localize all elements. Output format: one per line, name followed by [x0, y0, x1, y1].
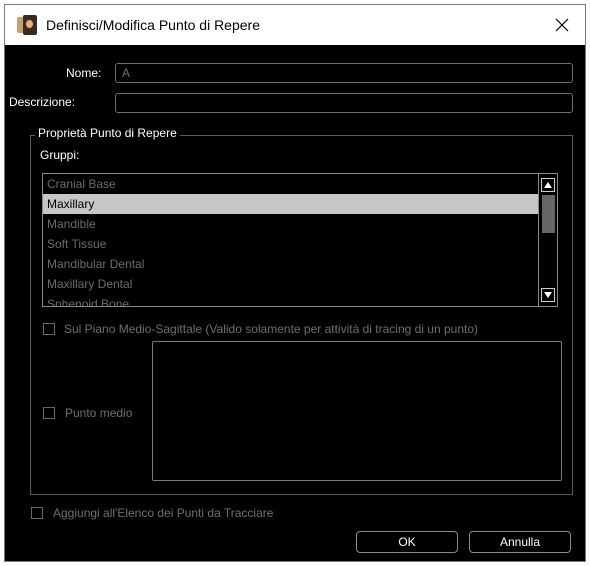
list-item-maxillary[interactable]: Maxillary: [43, 194, 538, 214]
list-scrollbar[interactable]: [538, 174, 557, 306]
add-to-trace-checkbox[interactable]: [31, 507, 43, 519]
list-item-sphenoid-bone[interactable]: Sphenoid Bone: [43, 294, 538, 306]
description-field[interactable]: [115, 93, 573, 113]
midpoint-checkbox[interactable]: [43, 407, 55, 419]
dialog-window: Definisci/Modifica Punto di Repere Nome:…: [4, 4, 586, 562]
list-item-mandible[interactable]: Mandible: [43, 214, 538, 234]
ok-button[interactable]: OK: [356, 531, 458, 553]
arrow-down-icon[interactable]: [541, 288, 555, 302]
title-bar[interactable]: Definisci/Modifica Punto di Repere: [5, 5, 585, 45]
name-field[interactable]: A: [115, 63, 573, 83]
midpoint-textarea[interactable]: [152, 341, 562, 481]
close-icon[interactable]: [551, 14, 573, 36]
midsagittal-label: Sul Piano Medio-Sagittale (Valido solame…: [64, 322, 479, 336]
groups-listbox[interactable]: Cranial Base Maxillary Mandible Soft Tis…: [42, 173, 558, 307]
list-item-mandibular-dental[interactable]: Mandibular Dental: [43, 254, 538, 274]
groups-list: Cranial Base Maxillary Mandible Soft Tis…: [43, 174, 538, 306]
list-item-soft-tissue[interactable]: Soft Tissue: [43, 234, 538, 254]
groups-label: Gruppi:: [40, 148, 80, 162]
properties-group-title: Proprietà Punto di Repere: [35, 126, 180, 140]
scrollbar-thumb[interactable]: [542, 195, 555, 233]
add-to-trace-label: Aggiungi all'Elenco dei Punti da Traccia…: [53, 506, 274, 520]
description-label: Descrizione:: [9, 95, 76, 109]
midsagittal-checkbox[interactable]: [43, 323, 55, 335]
list-item-cranial-base[interactable]: Cranial Base: [43, 174, 538, 194]
midpoint-label: Punto medio: [65, 406, 133, 420]
list-item-maxillary-dental[interactable]: Maxillary Dental: [43, 274, 538, 294]
dialog-content: Nome: A Descrizione: Proprietà Punto di …: [5, 45, 585, 561]
app-icon: [17, 15, 37, 35]
name-label: Nome:: [66, 66, 102, 80]
window-title: Definisci/Modifica Punto di Repere: [46, 17, 260, 33]
cancel-button[interactable]: Annulla: [469, 531, 571, 553]
arrow-up-icon[interactable]: [541, 178, 555, 192]
